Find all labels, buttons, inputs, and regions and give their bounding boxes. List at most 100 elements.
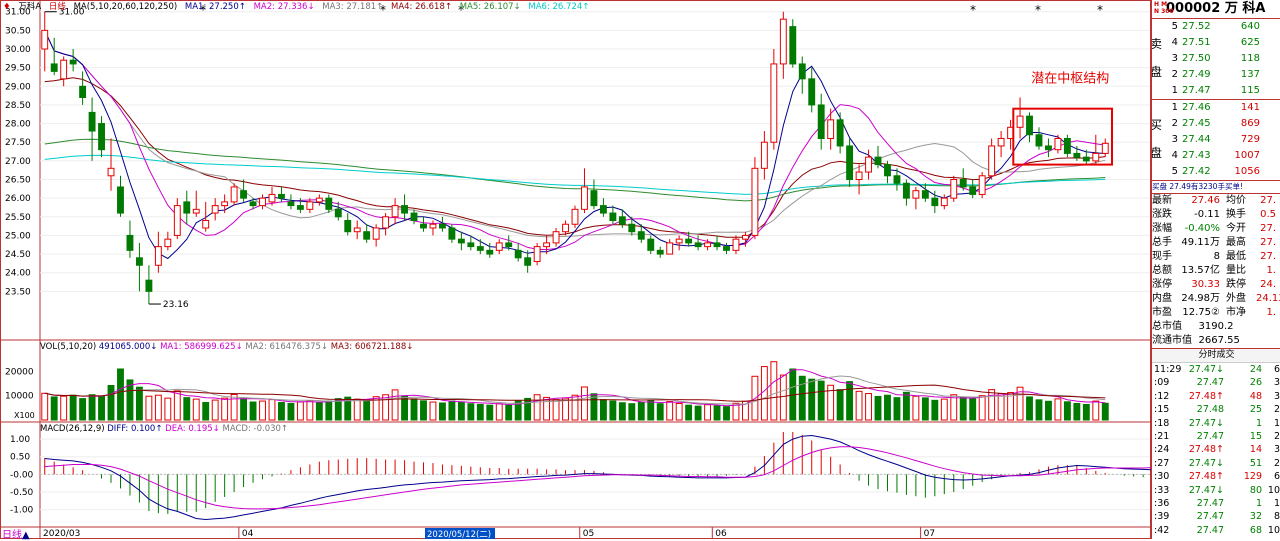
volume-bar (1082, 403, 1090, 421)
buy-row[interactable]: 2 27.45 869 (1152, 116, 1280, 132)
volume-bar (855, 390, 863, 421)
candle-body (429, 223, 437, 229)
macd-tick-label: 0.50 (10, 453, 30, 463)
volume-bar (817, 380, 825, 421)
stat-row: 现手 8 最低 27. (1152, 250, 1280, 264)
buy-price: 27.46 (1182, 102, 1211, 113)
stat-value-2: 27. (1260, 223, 1276, 234)
tick-price: 27.47 (1196, 430, 1224, 442)
volume-bar (249, 401, 257, 421)
volume-bar (874, 395, 882, 421)
volume-bar (41, 392, 49, 421)
candle-body (249, 201, 257, 207)
tick-count: 2 (1273, 404, 1280, 416)
buy-row[interactable]: 4 27.43 1007 (1152, 148, 1280, 164)
candle-body (562, 223, 569, 233)
buy-row[interactable]: 1 27.46 141 (1152, 100, 1280, 116)
volume-bar (1063, 401, 1071, 421)
volume-bar (770, 361, 778, 421)
volume-bar (211, 399, 219, 421)
tick-time: :36 (1154, 497, 1170, 509)
stat-value-2 (1262, 320, 1280, 334)
tick-volume: 14 (1249, 444, 1262, 456)
volume-bar (1035, 399, 1043, 421)
tick-price: 27.47 (1196, 497, 1224, 509)
candle-body (609, 212, 617, 222)
tick-count: 10 (1267, 524, 1280, 536)
volume-bar (495, 403, 503, 421)
tick-count: 1 (1273, 417, 1280, 429)
sell-row[interactable]: 3 27.50 118 (1152, 51, 1280, 67)
volume-bar (60, 395, 68, 421)
candle-body (884, 164, 891, 177)
price-tick-label: 26.00 (5, 194, 31, 204)
volume-bar (666, 401, 674, 421)
volume-bar (391, 389, 399, 421)
volume-bar (429, 401, 437, 421)
buy-row[interactable]: 3 27.44 729 (1152, 132, 1280, 148)
candle-body (902, 182, 910, 199)
buy-row[interactable]: 5 27.42 1056 (1152, 164, 1280, 180)
price-panel-header: ♦ 万科A 日线 MA(5,10,20,60,120,250) MA1: 27.… (0, 0, 1150, 14)
volume-tick-label: 10000 (5, 392, 34, 402)
sell-price: 27.50 (1182, 53, 1211, 64)
candle-body (268, 193, 276, 203)
volume-bar (723, 406, 730, 421)
stat-value-2 (1262, 334, 1280, 348)
stat-label: 市盈 (1152, 307, 1172, 318)
sell-row[interactable]: 4 27.51 625 (1152, 35, 1280, 51)
tick-price: 27.47 (1196, 524, 1224, 536)
stat-row: 市盈 12.75② 市净 1. (1152, 306, 1280, 320)
tick-time: :30 (1154, 471, 1170, 483)
volume-bar (476, 403, 484, 421)
stat-value: -0.11 (1194, 209, 1220, 220)
stat-value-2: 1. (1266, 307, 1276, 318)
ma4-value: MA4: 26.618↑ (390, 2, 452, 12)
tick-row: :27 27.47↓ 51 2 (1152, 457, 1280, 470)
volume-bar (713, 405, 721, 421)
candle-body (126, 234, 134, 251)
candle-body (344, 220, 352, 233)
price-tick-label: 29.00 (5, 82, 31, 92)
volume-bar (1026, 396, 1033, 421)
sell-row[interactable]: 5 27.52 640 (1152, 19, 1280, 35)
candle-body (306, 201, 314, 210)
tick-count: 2 (1273, 430, 1280, 442)
trade-alert-strip[interactable]: 买盘 27.49有3230手买单! (1152, 181, 1280, 193)
volume-bar (325, 400, 333, 421)
candle-body (1016, 115, 1024, 128)
volume-bar (88, 394, 96, 421)
bookmark-icon: ♦ (3, 2, 11, 12)
candle-body (978, 175, 986, 195)
volume-bar (959, 396, 967, 421)
stat-label: 内盘 (1152, 293, 1172, 304)
low-price-label: 23.16 (163, 300, 189, 310)
sell-row[interactable]: 2 27.49 137 (1152, 67, 1280, 83)
tick-volume: 1 (1255, 417, 1262, 429)
stock-chart[interactable]: 31.0030.5030.0029.5029.0028.5028.0027.50… (0, 0, 1151, 539)
sell-row[interactable]: 1 27.47 115 (1152, 83, 1280, 99)
volume-bar (98, 395, 105, 421)
quote-sidebar: H MN 300 000002 万 科A 卖 盘 5 27.52 640 4 27.51… (1151, 0, 1280, 539)
tick-price: 27.47↓ (1188, 484, 1224, 496)
candle-body (1054, 137, 1062, 151)
vol-ma2: MA2: 616476.375↓ (245, 342, 329, 352)
tick-volume: 68 (1249, 524, 1262, 536)
volume-bar (893, 397, 901, 421)
candle-body (50, 63, 58, 72)
volume-bar (533, 394, 541, 421)
price-tick-label: 28.00 (5, 120, 31, 130)
volume-bar (779, 374, 787, 421)
tick-price: 27.48↑ (1188, 444, 1224, 456)
tick-count: 2 (1273, 457, 1280, 469)
candle-body (353, 227, 361, 233)
sell-level: 4 (1171, 37, 1178, 48)
candle-body (296, 205, 304, 210)
ma-indicator-name: MA(5,10,20,60,120,250) (73, 2, 178, 12)
stat-row: 涨跌 -0.11 换手 0.5 (1152, 208, 1280, 222)
volume-bar (552, 399, 560, 421)
price-tick-label: 27.50 (5, 138, 31, 148)
price-tick-label: 30.50 (5, 26, 31, 36)
stat-value-2: 24.13 (1256, 293, 1280, 304)
candle-body (846, 145, 854, 181)
